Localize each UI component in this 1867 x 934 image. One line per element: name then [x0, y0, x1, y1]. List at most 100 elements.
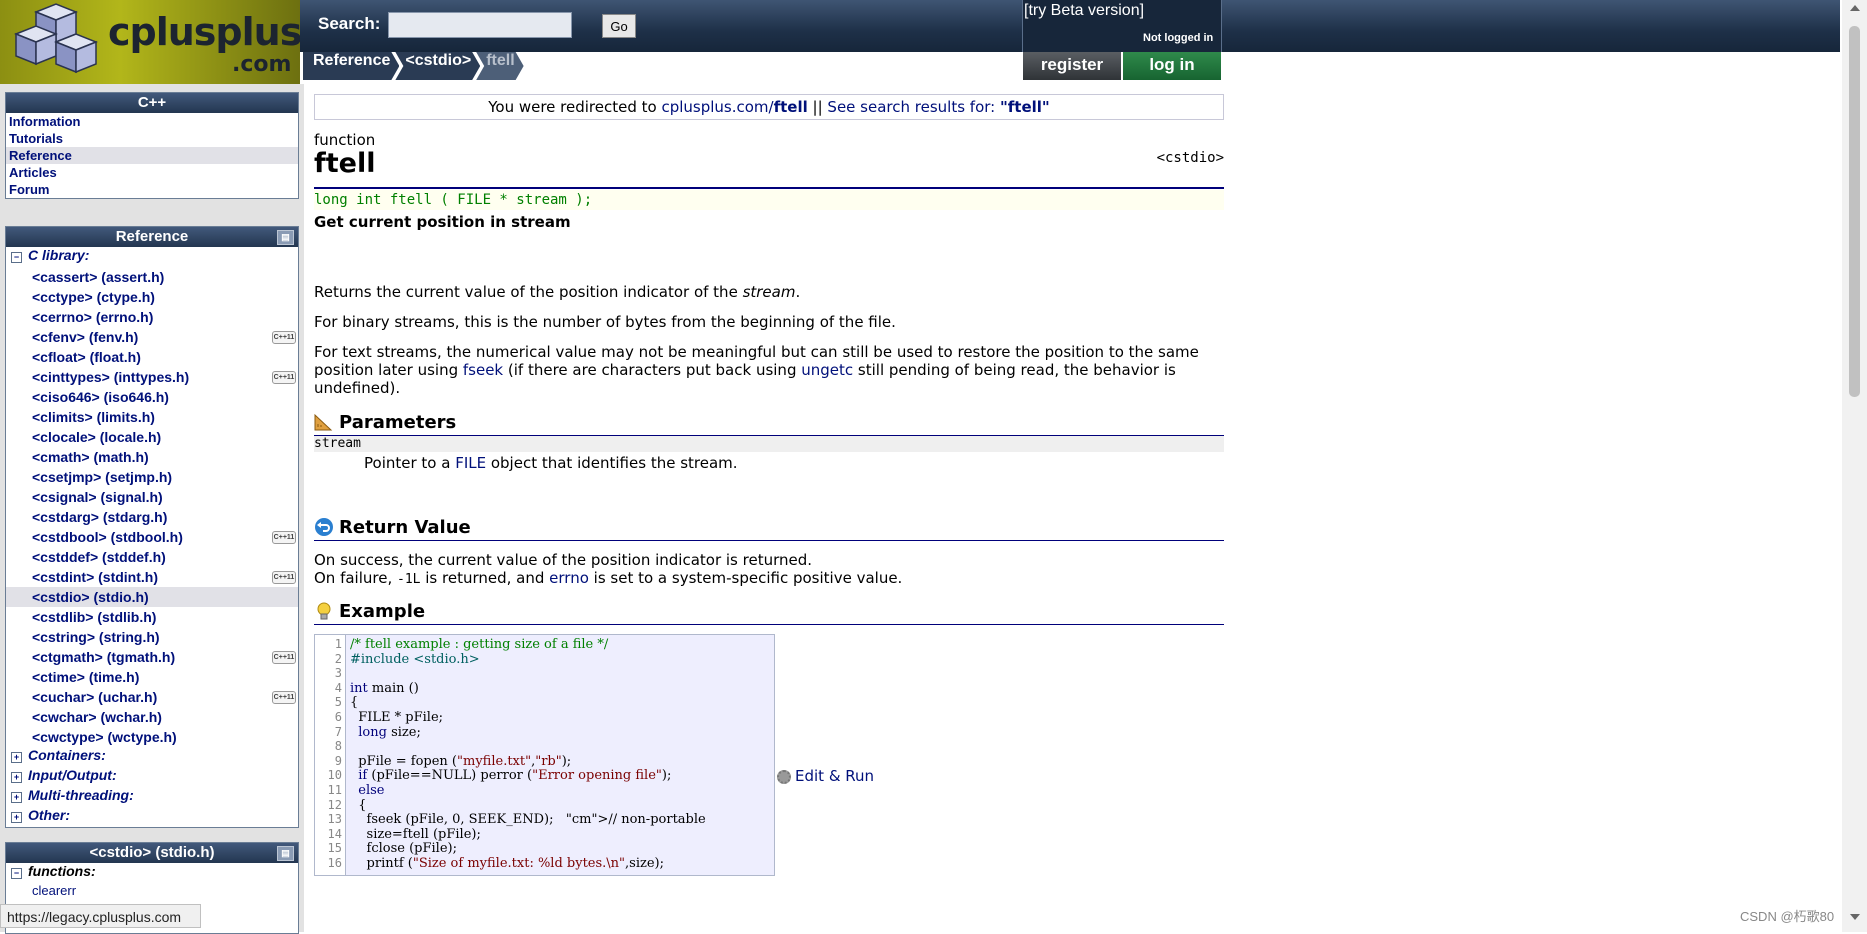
sidebar-item-cstdlib-stdlib-h[interactable]: <cstdlib> (stdlib.h) — [6, 607, 298, 627]
cpp-box-title: C++ — [6, 93, 298, 113]
collapse-icon[interactable]: − — [11, 252, 22, 263]
sidebar-item-cuchar-uchar-h[interactable]: <cuchar> (uchar.h) C++11 — [6, 687, 298, 707]
code-line: printf ("Size of myfile.txt: %ld bytes.\… — [350, 856, 665, 871]
search-results-link[interactable]: See search results for: "ftell" — [827, 98, 1049, 116]
redirect-link[interactable]: cplusplus.com/ftell — [661, 98, 807, 116]
code-line: #include <stdio.h> — [350, 651, 480, 667]
code-line: FILE * pFile; — [350, 710, 444, 725]
sidebar-category-input-output[interactable]: + Input/Output: — [6, 767, 298, 787]
register-button[interactable]: register — [1023, 52, 1121, 80]
scrollbar-thumb[interactable] — [1849, 26, 1860, 397]
edit-run-label: Edit & Run — [795, 767, 875, 785]
sidebar-item-cfloat-float-h[interactable]: <cfloat> (float.h) — [6, 347, 298, 367]
login-button[interactable]: log in — [1123, 52, 1221, 80]
sidebar-item-ciso646-iso646-h[interactable]: <ciso646> (iso646.h) — [6, 387, 298, 407]
search-term: "ftell" — [999, 98, 1050, 116]
expand-icon[interactable]: + — [11, 792, 22, 803]
code-example[interactable]: 1 2 3 4 5 6 7 8 9 10 11 12 13 14 15 16 /* ftell example… — [314, 634, 775, 876]
sidebar-category-multi-threading[interactable]: + Multi-threading: — [6, 787, 298, 807]
line-number: 12 — [327, 797, 342, 812]
example-section-header: Example — [314, 600, 1224, 625]
sidebar-item-cassert-assert-h[interactable]: <cassert> (assert.h) — [6, 267, 298, 287]
sidebar-item-label: <ctime> (time.h) — [32, 669, 140, 685]
sidebar-item-csetjmp-setjmp-h[interactable]: <csetjmp> (setjmp.h) — [6, 467, 298, 487]
search-label: Search: — [318, 14, 381, 33]
collapse-icon[interactable]: − — [11, 868, 22, 879]
sidebar-item-cinttypes-inttypes-h[interactable]: <cinttypes> (inttypes.h) C++11 — [6, 367, 298, 387]
sidebar-item-label: <cuchar> (uchar.h) — [32, 689, 158, 705]
file-link[interactable]: FILE — [455, 454, 486, 472]
sidebar-item-cstddef-stddef-h[interactable]: <cstddef> (stddef.h) — [6, 547, 298, 567]
return-title: Return Value — [339, 517, 471, 538]
sidebar-category-containers[interactable]: + Containers: — [6, 747, 298, 767]
sidebar-item-label: <cwchar> (wchar.h) — [32, 709, 162, 725]
sidebar-item-clocale-locale-h[interactable]: <clocale> (locale.h) — [6, 427, 298, 447]
code-line: { — [350, 695, 359, 711]
sidebar-item-tutorials[interactable]: Tutorials — [6, 130, 298, 147]
code-line: int main () — [350, 680, 419, 696]
edit-run-button[interactable]: Edit & Run — [777, 767, 874, 785]
description-paragraph-2: For binary streams, this is the number o… — [314, 313, 896, 331]
sidebar-item-ctgmath-tgmath-h[interactable]: <ctgmath> (tgmath.h) C++11 — [6, 647, 298, 667]
sidebar-category-functions[interactable]: − functions: — [6, 863, 298, 883]
expand-icon[interactable]: + — [11, 772, 22, 783]
breadcrumb-cstdio[interactable]: <cstdio> — [395, 52, 480, 80]
collapse-box-icon[interactable]: ▤ — [277, 230, 294, 245]
param-text: object that identifies the stream. — [486, 454, 738, 472]
sidebar-item-label: <cstddef> (stddef.h) — [32, 549, 166, 565]
breadcrumb-reference[interactable]: Reference — [303, 52, 399, 80]
sidebar-item-cmath-math-h[interactable]: <cmath> (math.h) — [6, 447, 298, 467]
sidebar-item-cstdarg-stdarg-h[interactable]: <cstdarg> (stdarg.h) — [6, 507, 298, 527]
return-section-header: Return Value — [314, 516, 1224, 541]
code-line: /* ftell example : getting size of a fil… — [350, 637, 609, 652]
status-bar-url: https://legacy.cplusplus.com — [0, 904, 201, 928]
errno-link[interactable]: errno — [549, 569, 589, 587]
sidebar-item-cwctype-wctype-h[interactable]: <cwctype> (wctype.h) — [6, 727, 298, 747]
go-button[interactable]: Go — [602, 14, 636, 38]
line-number: 10 — [327, 768, 342, 783]
sidebar-item-cstdio-stdio-h[interactable]: <cstdio> (stdio.h) — [6, 587, 298, 607]
expand-icon[interactable]: + — [11, 812, 22, 823]
fseek-link[interactable]: fseek — [463, 361, 503, 379]
sidebar-item-cstdint-stdint-h[interactable]: <cstdint> (stdint.h) C++11 — [6, 567, 298, 587]
collapse-box-icon[interactable]: ▤ — [277, 846, 294, 861]
cpp11-badge: C++11 — [272, 531, 296, 544]
sidebar-item-reference[interactable]: Reference — [6, 147, 298, 164]
sidebar-item-csignal-signal-h[interactable]: <csignal> (signal.h) — [6, 487, 298, 507]
sidebar-item-climits-limits-h[interactable]: <climits> (limits.h) — [6, 407, 298, 427]
try-beta-link[interactable]: [try Beta version] — [1024, 2, 1144, 20]
sidebar-item-cctype-ctype-h[interactable]: <cctype> (ctype.h) — [6, 287, 298, 307]
line-number: 15 — [327, 841, 342, 856]
sidebar-category-c-library[interactable]: − C library: — [6, 247, 298, 267]
sidebar-item-information[interactable]: Information — [6, 113, 298, 130]
expand-icon[interactable]: + — [11, 752, 22, 763]
line-number-gutter: 1 2 3 4 5 6 7 8 9 10 11 12 13 14 15 16 — [315, 635, 346, 875]
sidebar-category-other[interactable]: + Other: — [6, 807, 298, 827]
sidebar-item-cstdbool-stdbool-h[interactable]: <cstdbool> (stdbool.h) C++11 — [6, 527, 298, 547]
sidebar-item-cfenv-fenv-h[interactable]: <cfenv> (fenv.h) C++11 — [6, 327, 298, 347]
desc-text: (if there are characters put back using — [503, 361, 802, 379]
sidebar-item-cstring-string-h[interactable]: <cstring> (string.h) — [6, 627, 298, 647]
redirect-link-domain: cplusplus.com/ — [661, 98, 774, 116]
sidebar-item-cerrno-errno-h[interactable]: <cerrno> (errno.h) — [6, 307, 298, 327]
scroll-up-arrow-icon[interactable] — [1850, 5, 1860, 11]
line-number: 6 — [334, 710, 342, 724]
sidebar-item-articles[interactable]: Articles — [6, 164, 298, 181]
ungetc-link[interactable]: ungetc — [801, 361, 853, 379]
scroll-down-arrow-icon[interactable] — [1850, 914, 1860, 920]
sidebar-item-cwchar-wchar-h[interactable]: <cwchar> (wchar.h) — [6, 707, 298, 727]
site-logo[interactable]: cplusplus .com — [0, 0, 300, 84]
line-number: 9 — [334, 753, 342, 768]
sidebar-item-label: <cfloat> (float.h) — [32, 349, 141, 365]
logo-domain: .com — [232, 52, 292, 77]
redirect-notice: You were redirected to cplusplus.com/fte… — [314, 94, 1224, 120]
sidebar-item-forum[interactable]: Forum — [6, 181, 298, 198]
reference-box-title: Reference ▤ — [6, 227, 298, 247]
vertical-scrollbar[interactable] — [1842, 0, 1867, 932]
search-input[interactable] — [388, 12, 572, 38]
sidebar-item-clearerr[interactable]: clearerr — [6, 883, 298, 903]
return-text: is returned, and — [420, 569, 550, 587]
sidebar-item-ctime-time-h[interactable]: <ctime> (time.h) — [6, 667, 298, 687]
sidebar-item-label: <cstdbool> (stdbool.h) — [32, 529, 183, 545]
sidebar-category-label: Multi-threading: — [28, 787, 134, 803]
